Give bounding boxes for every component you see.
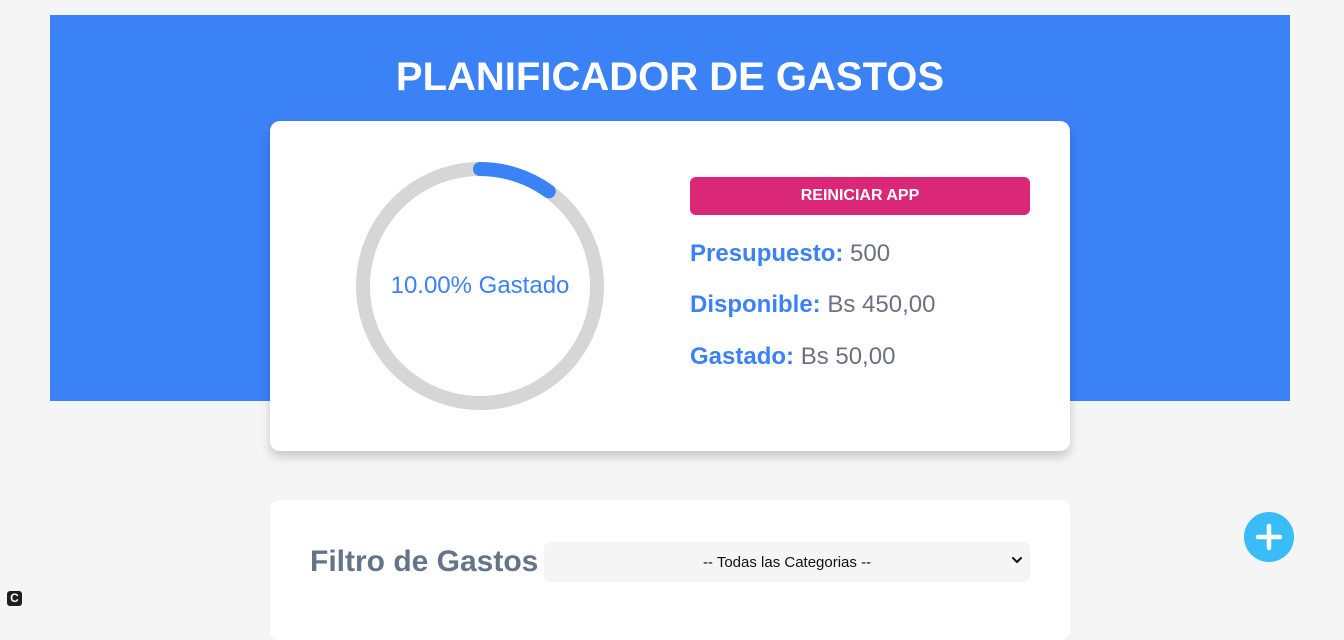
progress-label: 10.00% Gastado xyxy=(390,272,570,299)
category-filter-value: -- Todas las Categorias -- xyxy=(702,553,872,571)
filter-label: Filtro de Gastos xyxy=(310,545,539,578)
spent-label: Gastado: xyxy=(690,343,795,370)
plus-icon xyxy=(1255,523,1283,551)
page-title: PLANIFICADOR DE GASTOS xyxy=(395,55,945,99)
available-stat: Disponible: Bs 450,00 xyxy=(690,291,935,319)
available-value: Bs 450,00 xyxy=(827,291,936,318)
category-filter-select[interactable]: -- Todas las Categorias -- xyxy=(544,542,1030,582)
spent-value: Bs 50,00 xyxy=(800,343,896,370)
spent-stat: Gastado: Bs 50,00 xyxy=(690,343,895,371)
budget-label: Presupuesto: xyxy=(690,240,844,267)
c-icon: C xyxy=(7,591,22,606)
reset-app-button[interactable]: REINICIAR APP xyxy=(690,177,1030,215)
budget-stat: Presupuesto: 500 xyxy=(690,240,890,268)
available-label: Disponible: xyxy=(690,291,821,318)
budget-card: 10.00% Gastado REINICIAR APP Presupuesto… xyxy=(270,121,1070,451)
chevron-down-icon xyxy=(1012,557,1022,563)
budget-value: 500 xyxy=(850,240,891,267)
filter-card: Filtro de Gastos -- Todas las Categorias… xyxy=(270,500,1070,640)
add-expense-button[interactable] xyxy=(1244,512,1294,562)
budget-progress-circle: 10.00% Gastado xyxy=(354,160,606,412)
